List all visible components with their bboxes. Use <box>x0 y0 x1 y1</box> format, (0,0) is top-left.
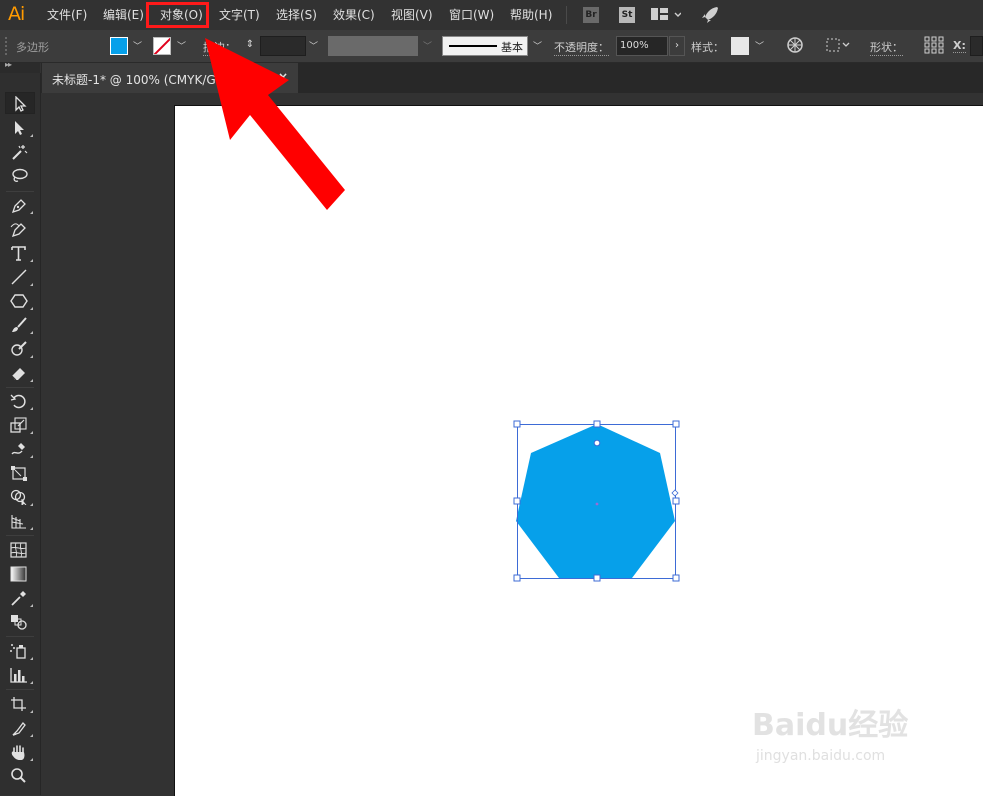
canvas-area[interactable] <box>41 93 983 796</box>
stroke-dropdown-chevron-icon[interactable]: ﹀ <box>177 39 186 52</box>
blob-brush-tool[interactable] <box>5 338 35 360</box>
control-bar-grip[interactable] <box>5 37 9 55</box>
polygon-tool[interactable] <box>5 290 35 312</box>
brush-line-preview <box>449 45 497 47</box>
toolbar-divider <box>6 387 34 388</box>
slice-tool[interactable] <box>5 717 35 739</box>
collapse-toolbar-icon[interactable]: ▸▸ <box>5 60 12 69</box>
toolbar-divider <box>6 636 34 637</box>
object-type-label: 多边形 <box>16 41 49 54</box>
style-label: 样式： <box>691 41 724 54</box>
control-bar: 多边形 ﹀ ﹀ 描边： ⇕ ﹀ ﹀ 基本 ﹀ 不透明度： 100% › 样式： … <box>0 30 983 63</box>
align-options-icon[interactable] <box>825 36 851 58</box>
transform-reference-icon[interactable] <box>924 36 944 58</box>
brush-chevron-icon[interactable]: ﹀ <box>533 39 542 52</box>
variable-width-profile[interactable] <box>328 36 418 56</box>
stroke-color-swatch[interactable] <box>153 37 171 55</box>
menu-help[interactable]: 帮助(H) <box>510 6 552 23</box>
menu-object-highlight <box>146 2 209 28</box>
toolbar-header[interactable]: ▸▸ <box>0 60 40 73</box>
opacity-label[interactable]: 不透明度： <box>554 39 609 56</box>
mesh-tool[interactable] <box>5 539 35 561</box>
type-tool[interactable] <box>5 242 35 264</box>
artwork-layer <box>513 420 680 582</box>
menu-window[interactable]: 窗口(W) <box>449 6 494 23</box>
brush-style-label: 基本 <box>501 41 523 54</box>
menu-edit[interactable]: 编辑(E) <box>103 6 144 23</box>
fill-dropdown-chevron-icon[interactable]: ﹀ <box>133 39 142 52</box>
x-coordinate-label[interactable]: X: <box>953 39 966 53</box>
paintbrush-tool[interactable] <box>5 314 35 336</box>
profile-chevron-icon[interactable]: ﹀ <box>423 39 432 52</box>
style-chevron-icon[interactable]: ﹀ <box>755 39 764 52</box>
artboard-tool[interactable] <box>5 693 35 715</box>
toolbar-divider <box>6 535 34 536</box>
stroke-label[interactable]: 描边： <box>203 39 236 56</box>
zoom-tool[interactable] <box>5 765 35 787</box>
artboard[interactable] <box>174 105 983 796</box>
column-graph-tool[interactable] <box>5 664 35 686</box>
eyedropper-tool[interactable] <box>5 587 35 609</box>
menu-bar: Ai 文件(F) 编辑(E) 对象(O) 文字(T) 选择(S) 效果(C) 视… <box>0 0 983 30</box>
symbol-sprayer-tool[interactable] <box>5 640 35 662</box>
menu-type[interactable]: 文字(T) <box>219 6 260 23</box>
tools-panel <box>0 73 41 795</box>
shape-builder-tool[interactable] <box>5 486 35 508</box>
document-tab-title: 未标题-1* @ 100% (CMYK/GPU 预览) <box>52 73 265 87</box>
pen-tool[interactable] <box>5 194 35 216</box>
scale-tool[interactable] <box>5 414 35 436</box>
brush-definition-select[interactable]: 基本 <box>442 36 528 56</box>
magic-wand-tool[interactable] <box>5 141 35 163</box>
x-coordinate-input[interactable] <box>970 36 983 56</box>
free-transform-tool[interactable] <box>5 462 35 484</box>
watermark-title: Baidu经验 <box>752 708 909 743</box>
live-shape-widget[interactable] <box>593 439 601 447</box>
shape-label[interactable]: 形状： <box>870 39 903 56</box>
center-point <box>595 502 599 506</box>
stroke-weight-chevron-icon[interactable]: ﹀ <box>309 39 318 52</box>
graphic-style-swatch[interactable] <box>731 37 749 55</box>
opacity-expand-button[interactable]: › <box>669 36 685 56</box>
line-segment-tool[interactable] <box>5 266 35 288</box>
baidu-watermark: Baidu经验 jingyan.baidu.com <box>752 700 932 770</box>
menu-separator <box>566 6 567 24</box>
stock-button[interactable]: St <box>619 7 635 23</box>
eraser-tool[interactable] <box>5 362 35 384</box>
fill-color-swatch[interactable] <box>110 37 128 55</box>
document-tab[interactable]: 未标题-1* @ 100% (CMYK/GPU 预览) × <box>42 63 298 93</box>
app-logo: Ai <box>8 3 25 25</box>
menu-file[interactable]: 文件(F) <box>47 6 87 23</box>
stroke-weight-stepper[interactable]: ⇕ <box>242 36 258 56</box>
stroke-weight-input[interactable] <box>260 36 306 56</box>
recolor-artwork-icon[interactable] <box>786 36 804 58</box>
warp-tool[interactable] <box>5 438 35 460</box>
menu-effect[interactable]: 效果(C) <box>333 6 375 23</box>
toolbar-divider <box>6 191 34 192</box>
opacity-input[interactable]: 100% <box>616 36 668 56</box>
menu-select[interactable]: 选择(S) <box>276 6 317 23</box>
rocket-icon[interactable] <box>700 5 720 29</box>
workspace-layout-icon[interactable] <box>651 7 682 27</box>
bridge-button[interactable]: Br <box>583 7 599 23</box>
toolbar-divider <box>6 689 34 690</box>
watermark-url: jingyan.baidu.com <box>756 748 886 764</box>
gradient-tool[interactable] <box>5 563 35 585</box>
menu-view[interactable]: 视图(V) <box>391 6 433 23</box>
hand-tool[interactable] <box>5 741 35 763</box>
heptagon-shape[interactable] <box>516 424 675 578</box>
lasso-tool[interactable] <box>5 165 35 187</box>
curvature-tool[interactable] <box>5 218 35 240</box>
rotate-tool[interactable] <box>5 390 35 412</box>
perspective-grid-tool[interactable] <box>5 510 35 532</box>
blend-tool[interactable] <box>5 611 35 633</box>
selection-tool[interactable] <box>5 92 35 114</box>
document-tab-bar: 未标题-1* @ 100% (CMYK/GPU 预览) × <box>41 63 983 93</box>
close-tab-icon[interactable]: × <box>278 70 288 84</box>
direct-selection-tool[interactable] <box>5 117 35 139</box>
